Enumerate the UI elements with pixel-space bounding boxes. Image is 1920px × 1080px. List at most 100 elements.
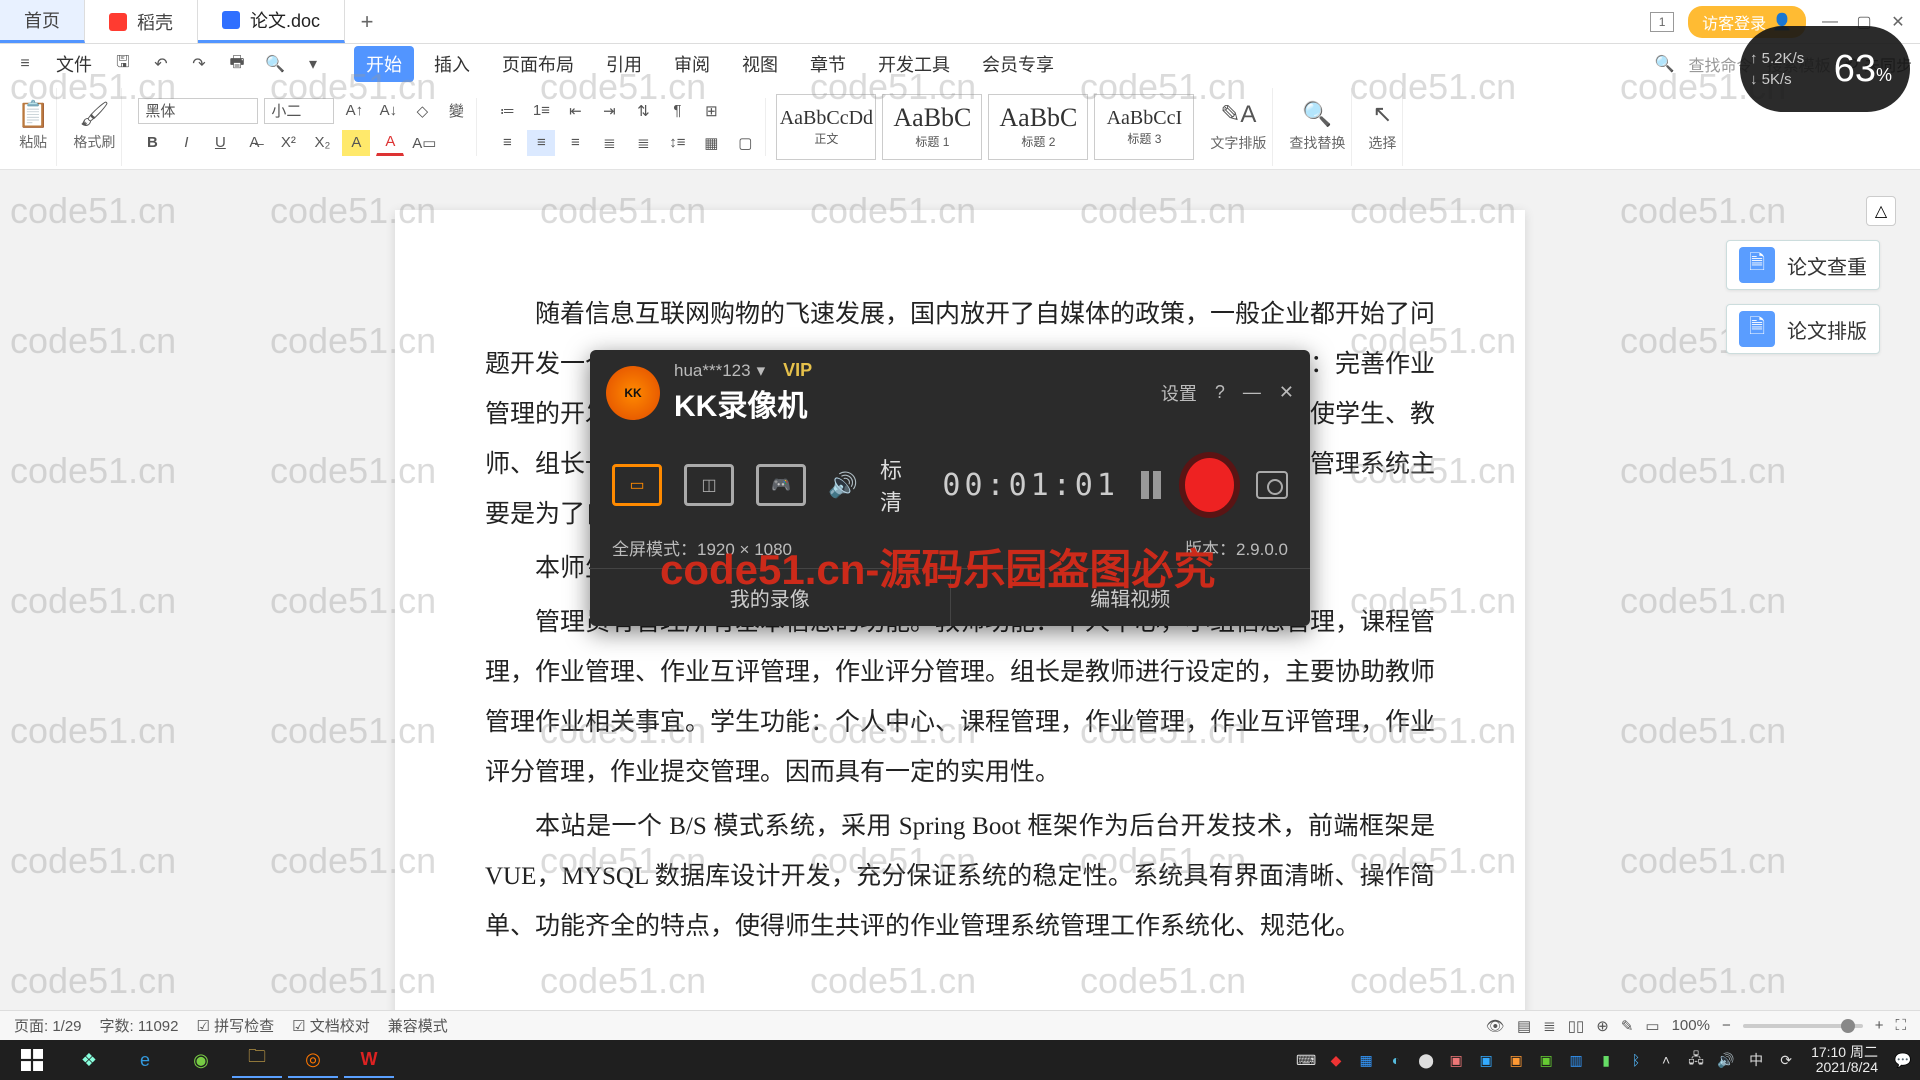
- status-spell[interactable]: ☑ 拼写检查: [196, 1015, 274, 1036]
- style-normal[interactable]: AaBbCcDd正文: [776, 94, 876, 160]
- dropdown-icon[interactable]: ▾: [296, 49, 330, 79]
- italic-icon[interactable]: I: [172, 130, 200, 156]
- tray-sync-icon[interactable]: ⟳: [1775, 1049, 1797, 1071]
- tray-up-icon[interactable]: ˄: [1655, 1049, 1677, 1071]
- start-button[interactable]: [6, 1042, 58, 1078]
- menutab-vip[interactable]: 会员专享: [970, 46, 1066, 82]
- search-icon[interactable]: 🔍: [1655, 54, 1675, 74]
- task-app-2[interactable]: ◉: [176, 1042, 226, 1078]
- file-menu[interactable]: 文件: [46, 51, 102, 77]
- record-button[interactable]: [1185, 458, 1235, 512]
- tray-3-icon[interactable]: ◐: [1385, 1049, 1407, 1071]
- status-proof[interactable]: ☑ 文档校对: [292, 1015, 370, 1036]
- tab-document[interactable]: 论文.doc: [198, 0, 345, 43]
- hamburger-icon[interactable]: ≡: [8, 49, 42, 79]
- mode-game-icon[interactable]: 🎮: [756, 464, 806, 506]
- sort-icon[interactable]: ⇅: [629, 98, 657, 124]
- style-h2[interactable]: AaBbC标题 2: [988, 94, 1088, 160]
- tray-keyboard-icon[interactable]: ⌨: [1295, 1049, 1317, 1071]
- zoom-slider[interactable]: [1743, 1024, 1863, 1028]
- task-recorder[interactable]: ◎: [288, 1042, 338, 1078]
- shrink-font-icon[interactable]: A↓: [374, 98, 402, 124]
- align-dist-icon[interactable]: ≣: [629, 130, 657, 156]
- quality-label[interactable]: 标清: [880, 453, 920, 517]
- preview-icon[interactable]: 🔍: [258, 49, 292, 79]
- tray-2-icon[interactable]: ▦: [1355, 1049, 1377, 1071]
- tabcount-icon[interactable]: 1: [1650, 12, 1674, 32]
- side-plagiarism[interactable]: 🗎论文查重: [1726, 240, 1880, 290]
- tab-add[interactable]: +: [345, 0, 389, 43]
- menutab-ref[interactable]: 引用: [594, 46, 654, 82]
- undo-icon[interactable]: ↶: [144, 49, 178, 79]
- task-ie[interactable]: e: [120, 1042, 170, 1078]
- sound-icon[interactable]: 🔊: [828, 471, 858, 500]
- menutab-view[interactable]: 视图: [730, 46, 790, 82]
- recorder-help-icon[interactable]: ?: [1215, 382, 1225, 403]
- menutab-start[interactable]: 开始: [354, 46, 414, 82]
- align-justify-icon[interactable]: ≣: [595, 130, 623, 156]
- panel-toggle-icon[interactable]: △: [1866, 196, 1896, 226]
- bullets-icon[interactable]: ≔: [493, 98, 521, 124]
- mode-fullscreen-icon[interactable]: ▭: [612, 464, 662, 506]
- tray-bt-icon[interactable]: ᛒ: [1625, 1049, 1647, 1071]
- align-left-icon[interactable]: ≡: [493, 130, 521, 156]
- tray-7-icon[interactable]: ▣: [1505, 1049, 1527, 1071]
- zoom-out-icon[interactable]: −: [1722, 1017, 1731, 1034]
- clear-format-icon[interactable]: ◇: [408, 98, 436, 124]
- task-wps[interactable]: W: [344, 1042, 394, 1078]
- perf-monitor[interactable]: ↑ 5.2K/s ↓ 5K/s 63%: [1740, 26, 1910, 112]
- zoom-in-icon[interactable]: +: [1875, 1017, 1884, 1034]
- recorder-user[interactable]: hua***123 ▾ VIP: [674, 360, 812, 381]
- tray-vol-icon[interactable]: 🔊: [1715, 1049, 1737, 1071]
- tabstop-icon[interactable]: ⊞: [697, 98, 725, 124]
- align-right-icon[interactable]: ≡: [561, 130, 589, 156]
- pause-button[interactable]: [1141, 471, 1163, 499]
- tool-select[interactable]: ↖选择: [1362, 88, 1403, 166]
- highlight-icon[interactable]: A: [342, 130, 370, 156]
- menutab-chapter[interactable]: 章节: [798, 46, 858, 82]
- tray-notif-icon[interactable]: 💬: [1892, 1049, 1914, 1071]
- super-icon[interactable]: X²: [274, 130, 302, 156]
- view-outline-icon[interactable]: ≣: [1543, 1017, 1556, 1035]
- save-icon[interactable]: 🖫: [106, 49, 140, 79]
- view-web-icon[interactable]: ⊕: [1596, 1017, 1609, 1035]
- fullscreen-icon[interactable]: ⛶: [1895, 1017, 1906, 1034]
- sub-icon[interactable]: X₂: [308, 130, 336, 156]
- paste-icon[interactable]: 📋: [16, 102, 50, 128]
- tray-9-icon[interactable]: ▥: [1565, 1049, 1587, 1071]
- menutab-layout[interactable]: 页面布局: [490, 46, 586, 82]
- tray-5-icon[interactable]: ▣: [1445, 1049, 1467, 1071]
- print-icon[interactable]: 🖶: [220, 49, 254, 79]
- tool-typeset[interactable]: ✎A文字排版: [1204, 88, 1273, 166]
- shading-icon[interactable]: ▦: [697, 130, 725, 156]
- menutab-dev[interactable]: 开发工具: [866, 46, 962, 82]
- linespace-icon[interactable]: ↕≡: [663, 130, 691, 156]
- tray-1-icon[interactable]: ◆: [1325, 1049, 1347, 1071]
- tray-8-icon[interactable]: ▣: [1535, 1049, 1557, 1071]
- tray-net-icon[interactable]: 🖧: [1685, 1049, 1707, 1071]
- eye-icon[interactable]: 👁: [1486, 1017, 1505, 1035]
- font-size-select[interactable]: 小二: [264, 98, 334, 124]
- phonetic-icon[interactable]: 變: [442, 98, 470, 124]
- tray-ime-icon[interactable]: 中: [1745, 1049, 1767, 1071]
- tab-daoke[interactable]: 稻壳: [85, 0, 198, 43]
- marks-icon[interactable]: ¶: [663, 98, 691, 124]
- task-explorer[interactable]: 🗀: [232, 1042, 282, 1078]
- style-h1[interactable]: AaBbC标题 1: [882, 94, 982, 160]
- recorder-close-icon[interactable]: ✕: [1279, 382, 1294, 403]
- menutab-review[interactable]: 审阅: [662, 46, 722, 82]
- bold-icon[interactable]: B: [138, 130, 166, 156]
- pen-icon[interactable]: ✎: [1621, 1017, 1634, 1035]
- font-family-select[interactable]: 黑体: [138, 98, 258, 124]
- grow-font-icon[interactable]: A↑: [340, 98, 368, 124]
- brush-icon[interactable]: 🖌: [78, 102, 110, 128]
- side-typeset[interactable]: 🗎论文排版: [1726, 304, 1880, 354]
- mode-region-icon[interactable]: ◫: [684, 464, 734, 506]
- align-center-icon[interactable]: ≡: [527, 130, 555, 156]
- redo-icon[interactable]: ↷: [182, 49, 216, 79]
- taskbar-clock[interactable]: 17:10 周二2021/8/24: [1805, 1045, 1884, 1076]
- underline-icon[interactable]: U: [206, 130, 234, 156]
- tab-home[interactable]: 首页: [0, 0, 85, 43]
- rect-icon[interactable]: ▭: [1645, 1017, 1659, 1035]
- close-icon[interactable]: ✕: [1888, 12, 1908, 32]
